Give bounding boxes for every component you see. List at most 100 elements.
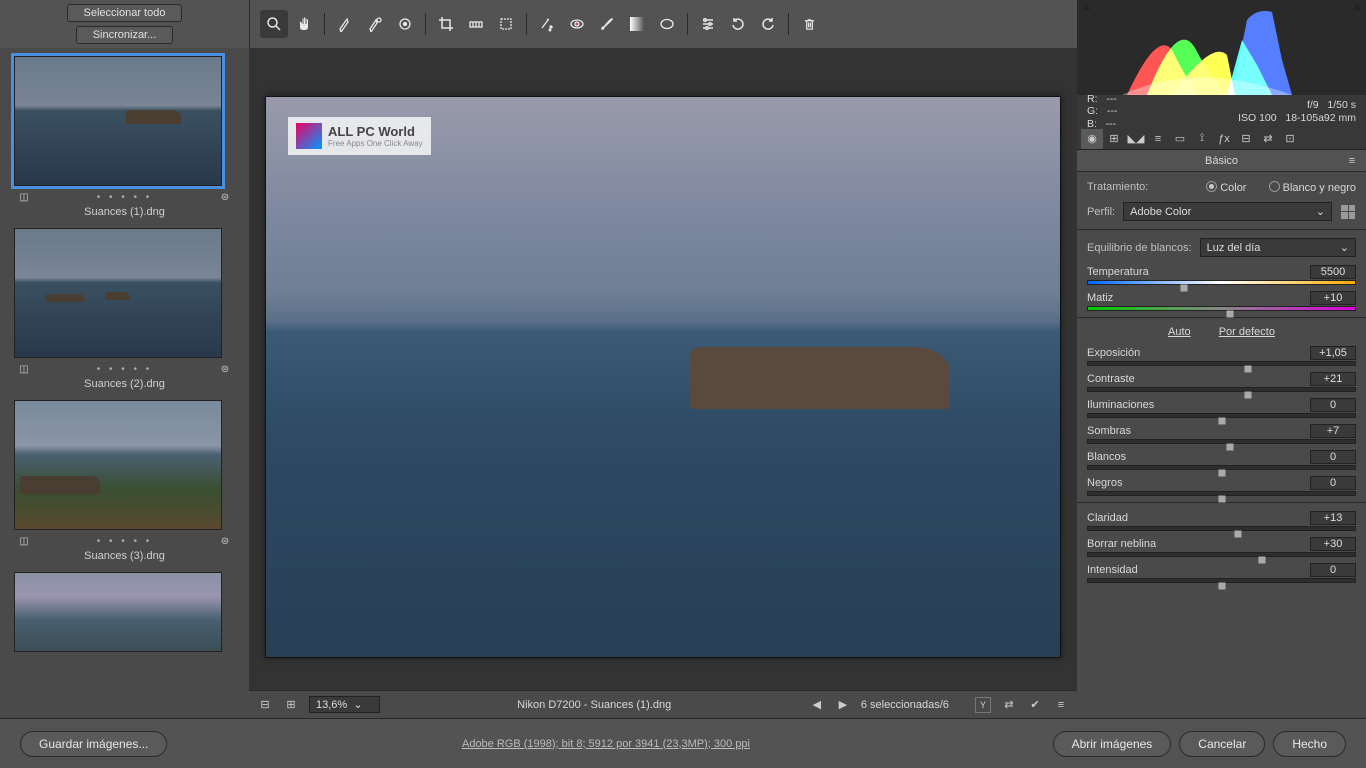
shadows-value[interactable] xyxy=(1310,424,1356,438)
zoom-in-icon[interactable]: ⊞ xyxy=(283,697,299,713)
tab-basic-icon[interactable]: ◉ xyxy=(1081,129,1103,149)
whites-value[interactable] xyxy=(1310,450,1356,464)
wb-select[interactable]: Luz del día⌄ xyxy=(1200,238,1356,257)
open-images-button[interactable]: Abrir imágenes xyxy=(1053,731,1172,757)
save-images-button[interactable]: Guardar imágenes... xyxy=(20,731,167,757)
panel-menu-icon[interactable]: ≡ xyxy=(1344,153,1360,169)
rotate-ccw-icon[interactable] xyxy=(724,10,752,38)
zoom-tool-icon[interactable] xyxy=(260,10,288,38)
gradient-tool-icon[interactable] xyxy=(623,10,651,38)
info-readout: R: --- G: --- B: --- f/9 1/50 s ISO 100 … xyxy=(1077,95,1366,128)
clarity-slider[interactable] xyxy=(1087,526,1356,531)
blacks-label: Negros xyxy=(1087,477,1122,489)
highlights-value[interactable] xyxy=(1310,398,1356,412)
treatment-bw-radio[interactable]: Blanco y negro xyxy=(1269,180,1356,194)
filmstrip[interactable]: ◫• • • • •⊜ Suances (1).dng ◫• • • • •⊜ … xyxy=(0,48,249,718)
watermark: ALL PC WorldFree Apps One Click Away xyxy=(288,117,431,155)
tab-hsl-icon[interactable]: ≡ xyxy=(1147,129,1169,149)
temp-slider[interactable] xyxy=(1087,280,1356,285)
contrast-slider[interactable] xyxy=(1087,387,1356,392)
temp-label: Temperatura xyxy=(1087,266,1149,278)
image-info[interactable]: Adobe RGB (1998); bit 8; 5912 por 3941 (… xyxy=(462,738,750,750)
settings-indicator-icon: ⊜ xyxy=(217,361,233,377)
dehaze-slider[interactable] xyxy=(1087,552,1356,557)
rotate-cw-icon[interactable] xyxy=(754,10,782,38)
vibrance-label: Intensidad xyxy=(1087,564,1138,576)
dehaze-value[interactable] xyxy=(1310,537,1356,551)
profile-browser-icon[interactable] xyxy=(1340,204,1356,220)
tab-presets-icon[interactable]: ⇄ xyxy=(1257,129,1279,149)
settings-indicator-icon: ⊜ xyxy=(217,189,233,205)
tab-fx-icon[interactable]: ƒx xyxy=(1213,129,1235,149)
auto-link[interactable]: Auto xyxy=(1168,326,1191,338)
vibrance-value[interactable] xyxy=(1310,563,1356,577)
preferences-icon[interactable] xyxy=(694,10,722,38)
panel-title: Básico ≡ xyxy=(1077,150,1366,172)
white-balance-tool-icon[interactable] xyxy=(331,10,359,38)
tab-detail-icon[interactable]: ◣◢ xyxy=(1125,129,1147,149)
filmstrip-header: Seleccionar todo Sincronizar... xyxy=(0,0,249,48)
clarity-label: Claridad xyxy=(1087,512,1128,524)
vibrance-slider[interactable] xyxy=(1087,578,1356,583)
brush-tool-icon[interactable] xyxy=(593,10,621,38)
tab-calibration-icon[interactable]: ⊟ xyxy=(1235,129,1257,149)
swap-icon[interactable]: ⇄ xyxy=(1001,697,1017,713)
straighten-tool-icon[interactable] xyxy=(462,10,490,38)
red-eye-tool-icon[interactable] xyxy=(563,10,591,38)
cancel-button[interactable]: Cancelar xyxy=(1179,731,1265,757)
tint-value[interactable] xyxy=(1310,291,1356,305)
exposure-value[interactable] xyxy=(1310,346,1356,360)
tint-slider[interactable] xyxy=(1087,306,1356,311)
main-preview[interactable]: ALL PC WorldFree Apps One Click Away xyxy=(265,96,1061,658)
profile-select[interactable]: Adobe Color⌄ xyxy=(1123,202,1332,221)
shadows-slider[interactable] xyxy=(1087,439,1356,444)
histogram[interactable] xyxy=(1077,0,1366,95)
thumbnail-4[interactable] xyxy=(14,572,235,652)
tab-snapshots-icon[interactable]: ⊡ xyxy=(1279,129,1301,149)
blacks-slider[interactable] xyxy=(1087,491,1356,496)
more-icon[interactable]: ≡ xyxy=(1053,697,1069,713)
contrast-value[interactable] xyxy=(1310,372,1356,386)
highlights-slider[interactable] xyxy=(1087,413,1356,418)
color-sampler-tool-icon[interactable] xyxy=(361,10,389,38)
tab-curve-icon[interactable]: ⊞ xyxy=(1103,129,1125,149)
spot-removal-tool-icon[interactable] xyxy=(533,10,561,38)
thumbnail-label: Suances (3).dng xyxy=(14,550,235,562)
crop-indicator-icon: ◫ xyxy=(16,189,32,205)
sync-button[interactable]: Sincronizar... xyxy=(76,26,174,44)
profile-label: Perfil: xyxy=(1087,206,1115,218)
adjustments-panel: ◉ ⊞ ◣◢ ≡ ▭ ⟟ ƒx ⊟ ⇄ ⊡ Básico ≡ Tratamien… xyxy=(1077,128,1366,718)
transform-tool-icon[interactable] xyxy=(492,10,520,38)
tab-lens-icon[interactable]: ⟟ xyxy=(1191,129,1213,149)
default-link[interactable]: Por defecto xyxy=(1219,326,1275,338)
radial-filter-tool-icon[interactable] xyxy=(653,10,681,38)
zoom-level-select[interactable]: 13,6% ⌄ xyxy=(309,696,380,713)
crop-tool-icon[interactable] xyxy=(432,10,460,38)
checkmark-icon[interactable]: ✔ xyxy=(1027,697,1043,713)
exposure-slider[interactable] xyxy=(1087,361,1356,366)
thumbnail-2[interactable]: ◫• • • • •⊜ Suances (2).dng xyxy=(14,228,235,390)
tint-label: Matiz xyxy=(1087,292,1113,304)
treatment-color-radio[interactable]: Color xyxy=(1206,180,1246,194)
done-button[interactable]: Hecho xyxy=(1273,731,1346,757)
thumbnail-3[interactable]: ◫• • • • •⊜ Suances (3).dng xyxy=(14,400,235,562)
select-all-button[interactable]: Seleccionar todo xyxy=(67,4,183,22)
blacks-value[interactable] xyxy=(1310,476,1356,490)
thumbnail-1[interactable]: ◫• • • • •⊜ Suances (1).dng xyxy=(14,56,235,218)
zoom-out-icon[interactable]: ⊟ xyxy=(257,697,273,713)
wb-label: Equilibrio de blancos: xyxy=(1087,242,1192,254)
camera-filename: Nikon D7200 - Suances (1).dng xyxy=(517,699,671,711)
whites-slider[interactable] xyxy=(1087,465,1356,470)
next-image-icon[interactable]: ▶ xyxy=(835,697,851,713)
target-adjustment-tool-icon[interactable] xyxy=(391,10,419,38)
whites-label: Blancos xyxy=(1087,451,1126,463)
tab-split-icon[interactable]: ▭ xyxy=(1169,129,1191,149)
clarity-value[interactable] xyxy=(1310,511,1356,525)
shadow-clip-warning-icon[interactable] xyxy=(1081,2,1091,12)
delete-icon[interactable] xyxy=(795,10,823,38)
hand-tool-icon[interactable] xyxy=(290,10,318,38)
temp-value[interactable] xyxy=(1310,265,1356,279)
highlight-clip-warning-icon[interactable] xyxy=(1352,2,1362,12)
highlight-toggle-icon[interactable]: Y xyxy=(975,697,991,713)
prev-image-icon[interactable]: ◀ xyxy=(809,697,825,713)
